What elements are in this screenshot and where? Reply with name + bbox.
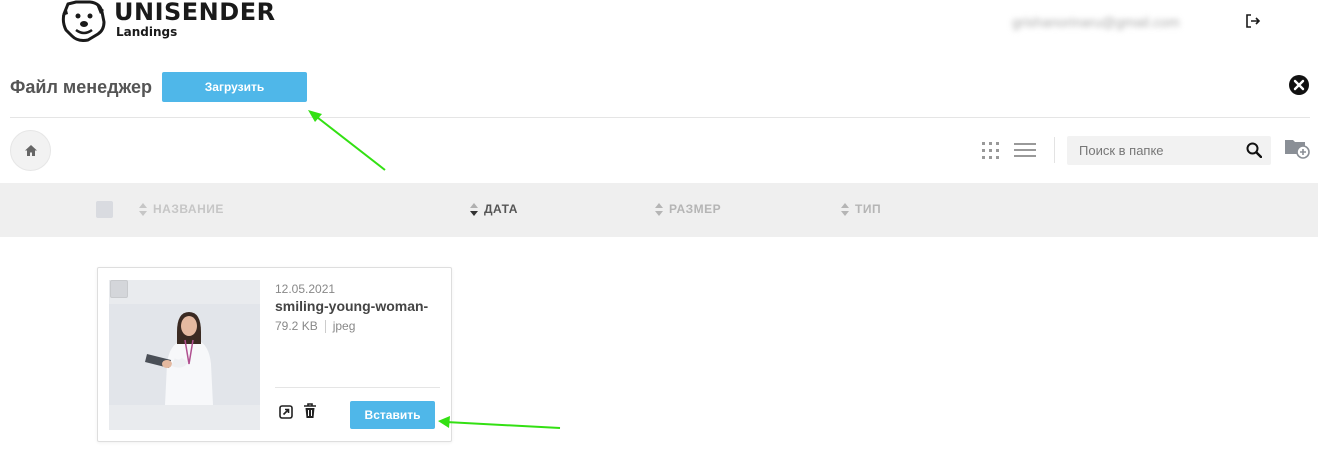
card-divider [275, 387, 440, 388]
annotation-arrow-insert [438, 416, 561, 429]
file-thumbnail[interactable] [109, 280, 260, 430]
file-name: smiling-young-woman- [275, 298, 429, 314]
annotation-arrow-upload [308, 110, 386, 171]
sort-icon [139, 202, 147, 216]
file-card[interactable]: 12.05.2021 smiling-young-woman- 79.2 KB … [97, 267, 452, 442]
sort-by-name[interactable]: НАЗВАНИЕ [139, 202, 224, 216]
select-all-checkbox[interactable] [96, 201, 113, 218]
sort-icon [470, 202, 478, 216]
file-date: 12.05.2021 [275, 282, 336, 296]
logout-icon[interactable] [1244, 12, 1262, 30]
column-label-date: ДАТА [484, 202, 518, 216]
column-label-size: РАЗМЕР [669, 202, 722, 216]
sort-icon [841, 202, 849, 216]
file-meta: 79.2 KB jpeg [275, 319, 355, 333]
insert-button[interactable]: Вставить [350, 401, 435, 429]
search-input[interactable] [1067, 136, 1237, 165]
open-external-icon[interactable] [279, 405, 293, 419]
user-email: grishanorinaru@gmail.com [1012, 14, 1180, 30]
meta-separator [324, 319, 326, 333]
page-title: Файл менеджер [10, 77, 153, 97]
woman-photo-image [109, 304, 260, 405]
search-box [1067, 136, 1271, 165]
sort-icon [655, 202, 663, 216]
sort-by-size[interactable]: РАЗМЕР [655, 202, 721, 216]
home-icon [24, 145, 37, 156]
column-header-bar: НАЗВАНИЕ ДАТА РАЗМЕР ТИП [0, 183, 1318, 237]
file-select-checkbox[interactable] [110, 280, 128, 298]
brand-name: UNISENDER [114, 0, 276, 26]
upload-button[interactable]: Загрузить [162, 72, 307, 102]
sort-by-date[interactable]: ДАТА [470, 202, 518, 216]
search-icon[interactable] [1246, 142, 1262, 158]
dog-logo-icon [61, 0, 106, 42]
column-label-name: НАЗВАНИЕ [153, 202, 224, 216]
close-icon[interactable] [1289, 75, 1309, 95]
column-label-type: ТИП [855, 202, 882, 216]
list-view-icon[interactable] [1014, 143, 1036, 157]
toolbar-separator [1054, 137, 1055, 163]
new-folder-icon[interactable] [1284, 137, 1310, 159]
home-button[interactable] [10, 130, 51, 171]
file-type: jpeg [332, 319, 356, 333]
file-size: 79.2 KB [275, 319, 318, 333]
product-name: Landings [116, 25, 178, 39]
trash-icon[interactable] [303, 403, 317, 419]
sort-by-type[interactable]: ТИП [841, 202, 881, 216]
header-divider [10, 117, 1310, 118]
unisender-logo[interactable]: UNISENDER Landings [60, 0, 276, 42]
grid-view-icon[interactable] [982, 142, 999, 159]
